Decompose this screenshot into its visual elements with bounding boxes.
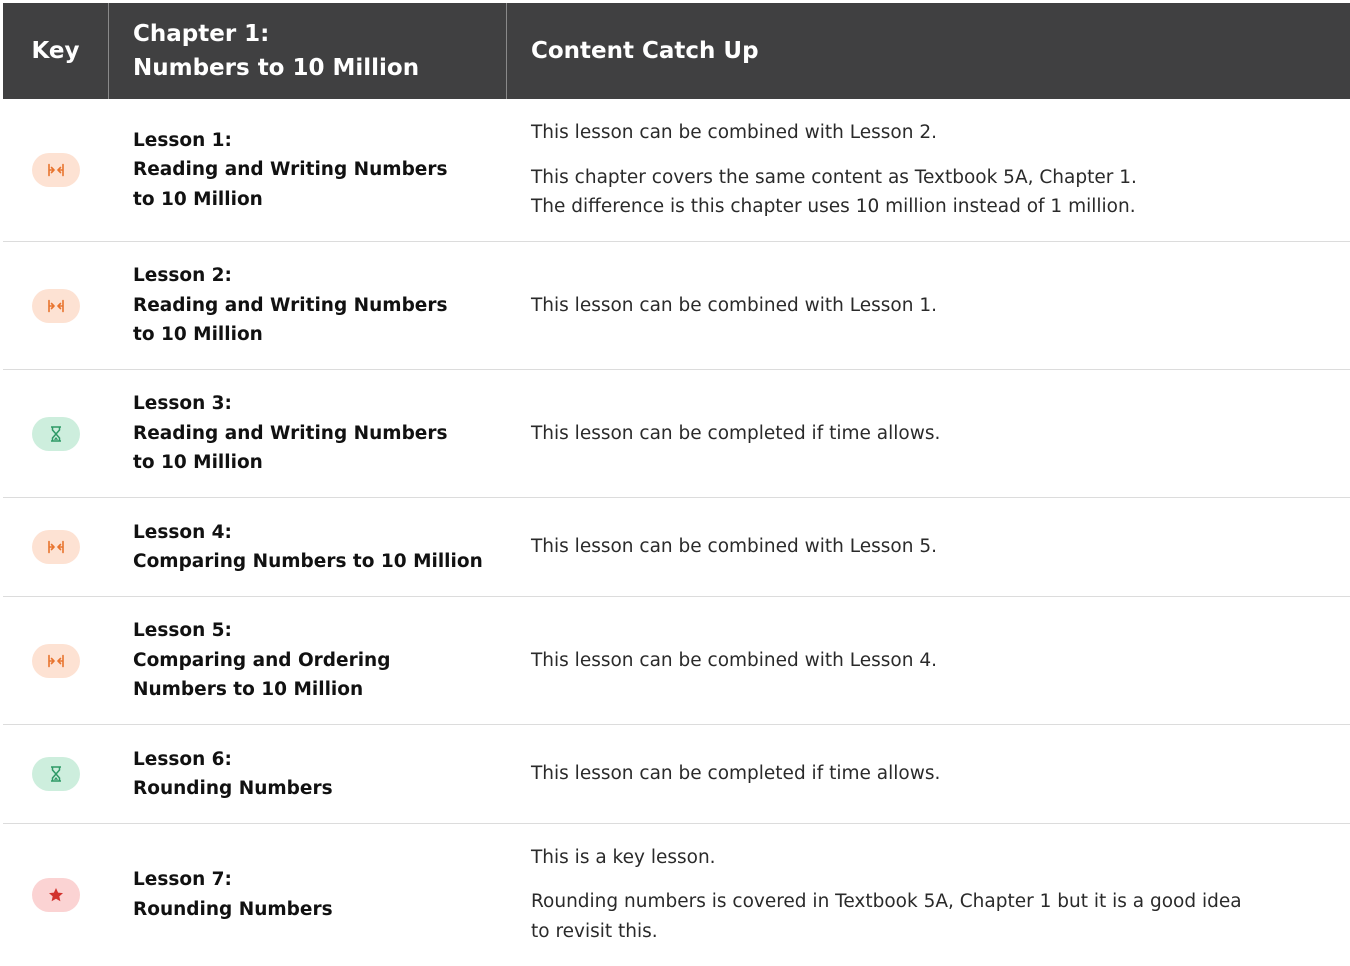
combine-badge	[32, 288, 80, 323]
table-row: Lesson 6: Rounding Numbers This lesson c…	[3, 725, 1350, 824]
lesson-cell: Lesson 7: Rounding Numbers	[109, 824, 507, 965]
lesson-cell: Lesson 1: Reading and Writing Numbers to…	[109, 99, 507, 241]
header-key-label: Key	[31, 38, 80, 64]
table-row: Lesson 7: Rounding Numbers This is a key…	[3, 824, 1350, 965]
combine-arrows-icon	[48, 299, 64, 312]
catch-up-note: This lesson can be combined with Lesson …	[531, 294, 937, 316]
key-cell	[3, 597, 109, 724]
catch-up-cell: This lesson can be completed if time all…	[507, 725, 1350, 823]
key-cell	[3, 242, 109, 369]
lesson-title-line: Comparing Numbers to 10 Million	[133, 551, 483, 572]
lesson-number: Lesson 5:	[133, 620, 232, 642]
header-catch-up-label: Content Catch Up	[531, 38, 759, 64]
key-cell	[3, 498, 109, 596]
combine-arrows-icon	[48, 163, 64, 177]
lesson-title-line: Reading and Writing Numbers	[133, 159, 448, 181]
header-key: Key	[3, 3, 109, 99]
table-row: Lesson 2: Reading and Writing Numbers to…	[3, 242, 1350, 370]
combine-arrows-icon	[48, 654, 64, 667]
catch-up-cell: This is a key lesson. Rounding numbers i…	[507, 824, 1350, 965]
lesson-title-line: Rounding Numbers	[133, 898, 333, 920]
lesson-title-line: Reading and Writing Numbers	[133, 294, 448, 316]
lesson-title-line: to 10 Million	[133, 452, 263, 474]
key-cell	[3, 370, 109, 497]
lesson-cell: Lesson 3: Reading and Writing Numbers to…	[109, 370, 507, 497]
lesson-title-line: to 10 Million	[133, 188, 263, 210]
table-row: Lesson 5: Comparing and Ordering Numbers…	[3, 597, 1350, 725]
lesson-cell: Lesson 5: Comparing and Ordering Numbers…	[109, 597, 507, 724]
lesson-number: Lesson 1:	[133, 129, 232, 151]
header-chapter-title: Numbers to 10 Million	[133, 55, 420, 81]
lesson-number: Lesson 4:	[133, 521, 232, 543]
catch-up-note: This is a key lesson.	[531, 846, 716, 868]
catch-up-note: This lesson can be completed if time all…	[531, 763, 941, 785]
key-cell	[3, 824, 109, 965]
catch-up-note: This lesson can be combined with Lesson …	[531, 122, 937, 144]
catch-up-note: This lesson can be combined with Lesson …	[531, 536, 937, 558]
catch-up-cell: This lesson can be combined with Lesson …	[507, 99, 1350, 241]
lesson-number: Lesson 2:	[133, 265, 232, 287]
lesson-cell: Lesson 6: Rounding Numbers	[109, 725, 507, 823]
table-header: Key Chapter 1: Numbers to 10 Million Con…	[3, 3, 1350, 99]
lesson-number: Lesson 3:	[133, 393, 232, 415]
table-row: Lesson 1: Reading and Writing Numbers to…	[3, 99, 1350, 242]
time-badge	[32, 757, 80, 791]
key-cell	[3, 99, 109, 241]
catch-up-note: This chapter covers the same content as …	[531, 166, 1137, 218]
lesson-cell: Lesson 4: Comparing Numbers to 10 Millio…	[109, 498, 507, 596]
table-row: Lesson 4: Comparing Numbers to 10 Millio…	[3, 498, 1350, 597]
catch-up-note: Rounding numbers is covered in Textbook …	[531, 891, 1242, 942]
catch-up-note: This lesson can be combined with Lesson …	[531, 649, 937, 671]
lesson-title-line: Comparing and Ordering	[133, 649, 391, 671]
hourglass-icon	[51, 766, 61, 782]
star-icon	[49, 887, 63, 901]
combine-badge	[32, 153, 80, 187]
header-chapter: Chapter 1: Numbers to 10 Million	[109, 3, 507, 99]
lesson-title-line: to 10 Million	[133, 324, 263, 346]
catch-up-cell: This lesson can be combined with Lesson …	[507, 597, 1350, 724]
lesson-cell: Lesson 2: Reading and Writing Numbers to…	[109, 242, 507, 369]
header-catch-up: Content Catch Up	[507, 3, 1350, 99]
hourglass-icon	[51, 425, 61, 442]
key-lesson-badge	[32, 877, 80, 912]
header-chapter-number: Chapter 1:	[133, 21, 270, 47]
combine-badge	[32, 643, 80, 678]
catch-up-note: This lesson can be completed if time all…	[531, 422, 941, 444]
catch-up-cell: This lesson can be combined with Lesson …	[507, 242, 1350, 369]
combine-arrows-icon	[48, 540, 64, 554]
catch-up-cell: This lesson can be combined with Lesson …	[507, 498, 1350, 596]
key-cell	[3, 725, 109, 823]
lesson-number: Lesson 7:	[133, 869, 232, 890]
lesson-title-line: Rounding Numbers	[133, 778, 333, 799]
time-badge	[32, 416, 80, 451]
catch-up-cell: This lesson can be completed if time all…	[507, 370, 1350, 497]
lesson-number: Lesson 6:	[133, 748, 232, 770]
table-row: Lesson 3: Reading and Writing Numbers to…	[3, 370, 1350, 498]
combine-badge	[32, 530, 80, 564]
lesson-title-line: Numbers to 10 Million	[133, 679, 364, 701]
catch-up-table: Key Chapter 1: Numbers to 10 Million Con…	[3, 3, 1350, 965]
lesson-title-line: Reading and Writing Numbers	[133, 422, 448, 444]
